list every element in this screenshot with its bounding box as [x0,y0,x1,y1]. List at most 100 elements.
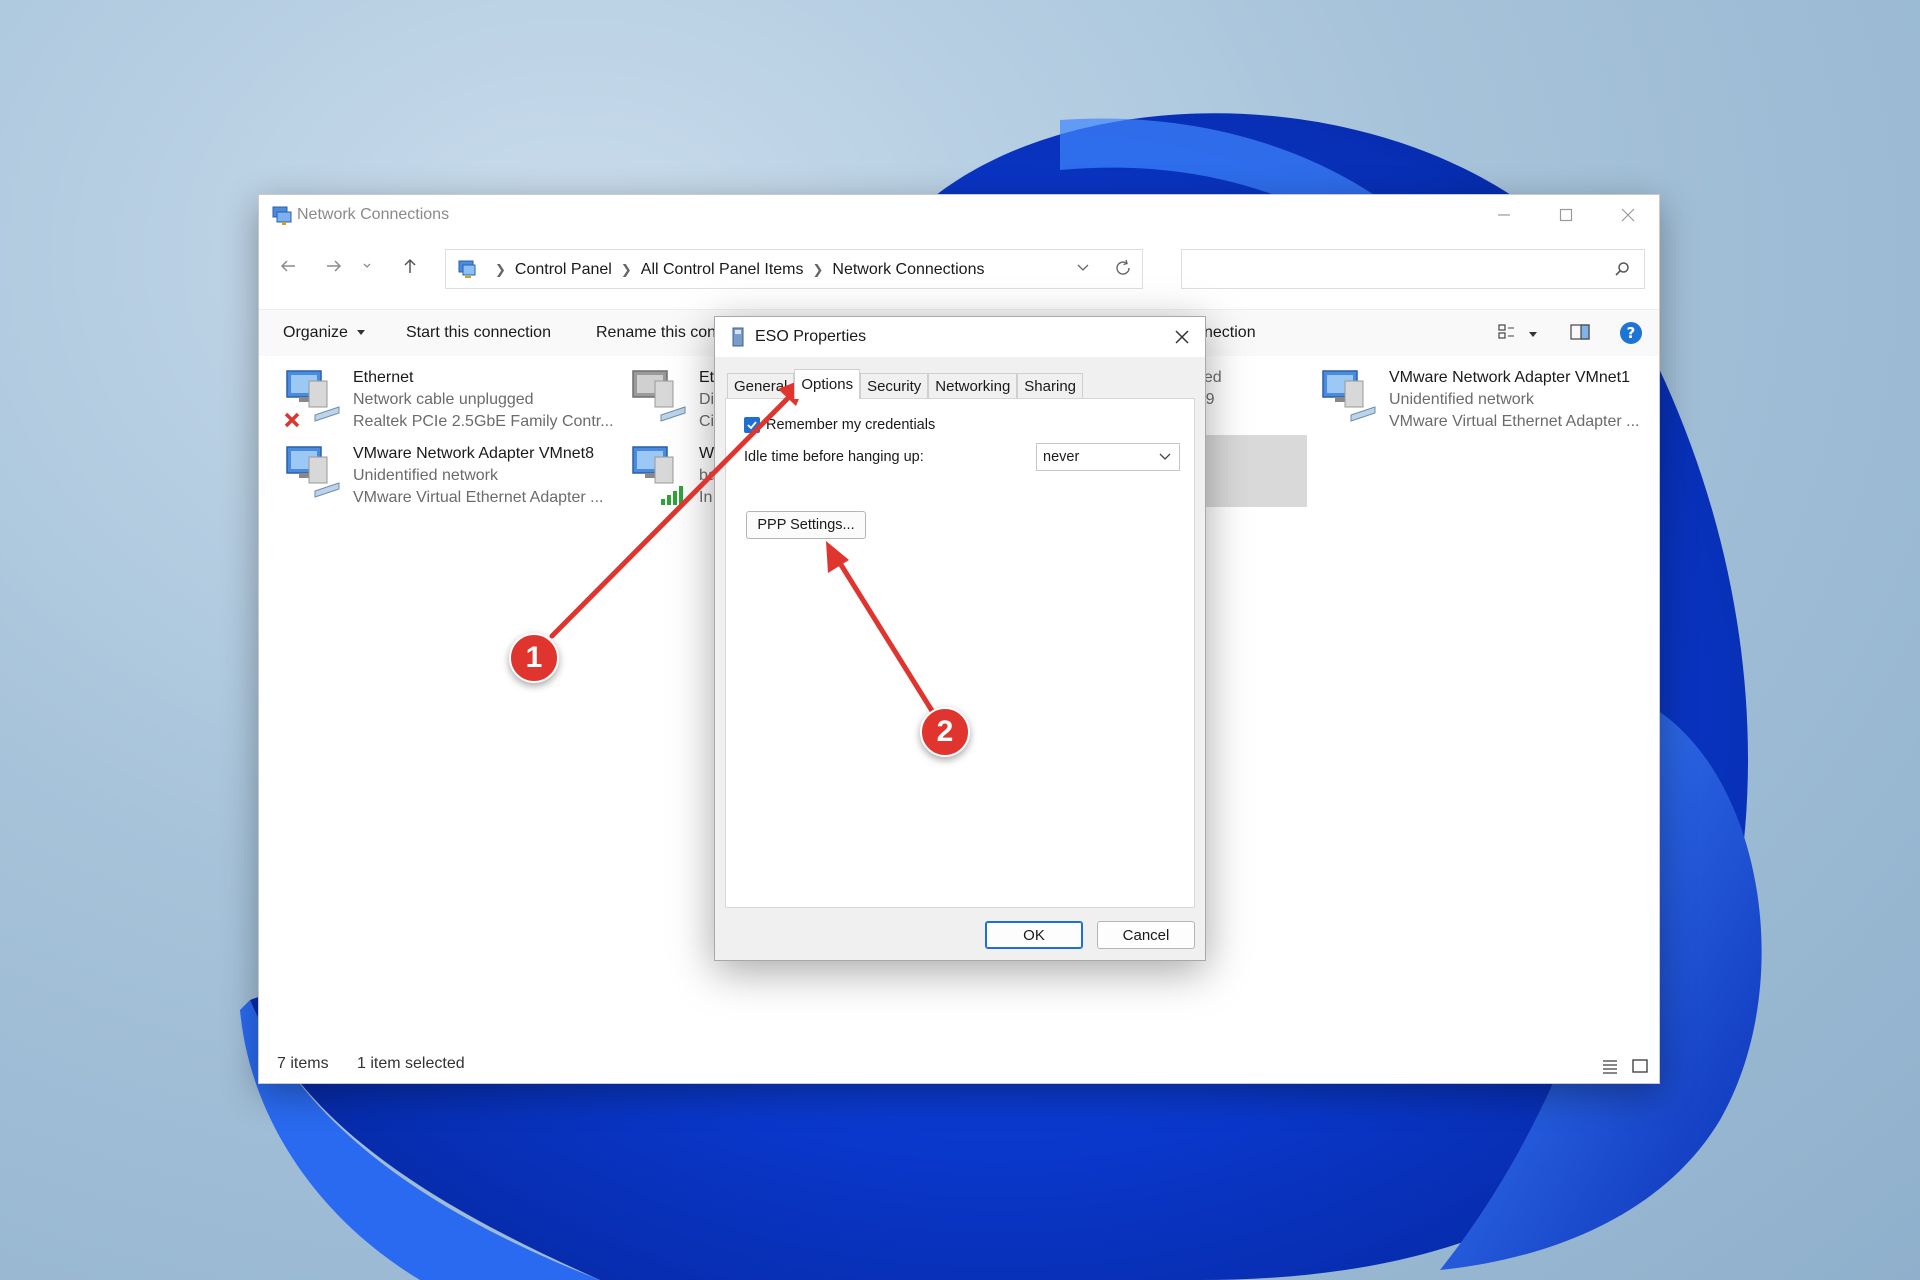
ppp-settings-button[interactable]: PPP Settings... [746,511,866,539]
item-device: Realtek PCIe 2.5GbE Family Contr... [353,413,614,430]
breadcrumb-separator-icon: ❯ [620,262,632,277]
search-box[interactable] [1181,249,1645,289]
caret-down-icon [1529,332,1537,337]
close-icon [1621,208,1635,222]
item-name: Ethernet [353,369,414,386]
caret-down-icon [357,330,366,335]
network-adapter-icon [632,370,686,422]
help-icon: ? [1620,322,1642,344]
refresh-icon[interactable] [1114,259,1132,277]
breadcrumb-all-control-panel-items[interactable]: All Control Panel Items [641,261,804,279]
network-adapter-icon [1322,370,1376,422]
items-count: 7 items [277,1055,329,1072]
breadcrumb-separator-icon: ❯ [812,262,824,277]
tab-security[interactable]: Security [860,373,929,399]
eso-properties-dialog: ESO Properties General Options Security … [714,316,1206,961]
item-status: Unidentified network [353,467,498,484]
dialog-title: ESO Properties [755,328,867,345]
minimize-button[interactable] [1473,195,1535,235]
close-icon [1175,330,1189,344]
svg-text:?: ? [1627,324,1636,342]
control-panel-icon [458,260,476,278]
search-input[interactable] [1190,256,1594,284]
chevron-down-icon [363,263,371,268]
network-adapter-icon [286,446,340,498]
remember-credentials-checkbox[interactable] [744,417,760,433]
recent-locations-button[interactable] [357,251,377,281]
back-button[interactable] [273,251,303,281]
view-options-icon [1498,324,1514,339]
close-window-button[interactable] [1597,195,1659,235]
idle-time-value: never [1043,449,1080,465]
selection-count: 1 item selected [357,1055,465,1072]
preview-pane-icon [1570,324,1590,340]
breadcrumb-control-panel[interactable]: Control Panel [515,261,612,279]
navigation-bar: ❯ Control Panel ❯ All Control Panel Item… [259,237,1659,295]
item-text: VMware Network Adapter VMnet1 Unidentifi… [1389,367,1640,433]
item-text: VMware Network Adapter VMnet8 Unidentifi… [353,443,604,509]
minimize-icon [1498,214,1510,216]
cancel-button[interactable]: Cancel [1097,921,1195,949]
address-bar[interactable]: ❯ Control Panel ❯ All Control Panel Item… [445,249,1143,289]
maximize-button[interactable] [1535,195,1597,235]
item-device: Ci [699,413,715,430]
breadcrumb-network-connections[interactable]: Network Connections [832,261,984,279]
idle-time-select[interactable]: never [1036,443,1180,471]
remember-credentials-label: Remember my credentials [766,417,936,433]
network-connections-app-icon [272,206,292,225]
tab-general[interactable]: General [727,373,795,399]
up-button[interactable] [395,251,425,281]
arrow-up-icon [404,258,416,273]
window-title: Network Connections [297,206,450,223]
item-name: VMware Network Adapter VMnet1 [1389,369,1630,386]
signal-bars-icon [661,486,683,505]
maximize-icon [1559,208,1573,222]
list-item[interactable]: VMware Network Adapter VMnet8 Unidentifi… [281,443,621,513]
options-panel: Remember my credentials Idle time before… [725,398,1195,908]
item-status: Di [699,391,715,408]
dialog-tabs: General Options Security Networking Shar… [727,369,1083,399]
annotation-badge-2: 2 [920,707,970,757]
tab-sharing[interactable]: Sharing [1017,373,1083,399]
help-button[interactable]: ? [1619,321,1643,350]
list-item[interactable]: VMware Network Adapter VMnet1 Unidentifi… [1317,367,1657,437]
item-name: VMware Network Adapter VMnet8 [353,445,594,462]
breadcrumb-separator-icon: ❯ [495,262,506,277]
forward-button[interactable] [319,251,349,281]
item-name: Et [699,369,715,386]
phone-connection-icon [732,327,744,347]
item-text: Et Di Ci [699,367,714,433]
details-view-icon[interactable] [1601,1057,1619,1075]
idle-time-label: Idle time before hanging up: [744,449,924,465]
address-dropdown-icon[interactable] [1076,260,1090,274]
arrow-left-icon [280,260,295,272]
organize-menu[interactable]: Organize [283,324,367,342]
item-status: Network cable unplugged [353,391,534,408]
large-icons-view-icon[interactable] [1631,1057,1649,1075]
ok-button[interactable]: OK [985,921,1083,949]
item-device: VMware Virtual Ethernet Adapter ... [1389,413,1640,430]
rename-connection-button[interactable]: Rename this con [596,324,716,342]
status-bar: 7 items 1 item selected [259,1049,1659,1083]
item-text: Ethernet Network cable unplugged Realtek… [353,367,614,433]
preview-pane-button[interactable] [1569,322,1591,347]
chevron-down-icon [1159,453,1171,460]
tab-networking[interactable]: Networking [928,373,1018,399]
checkmark-icon [747,421,757,430]
annotation-badge-1: 1 [509,633,559,683]
connection-command-partial[interactable]: nection [1204,324,1256,342]
change-view-button[interactable] [1497,322,1517,347]
start-connection-button[interactable]: Start this connection [406,324,551,342]
arrow-right-icon [327,260,342,272]
dialog-close-button[interactable] [1167,322,1197,352]
organize-label: Organize [283,324,348,341]
search-icon[interactable] [1614,261,1630,277]
red-x-icon [284,412,300,428]
title-bar: Network Connections [259,195,1659,235]
list-item[interactable]: Ethernet Network cable unplugged Realtek… [281,367,621,437]
item-status: Unidentified network [1389,391,1534,408]
dialog-title-bar: ESO Properties [715,317,1205,357]
view-menu-dropdown[interactable] [1527,326,1539,344]
breadcrumb: ❯ Control Panel ❯ All Control Panel Item… [486,261,984,279]
tab-options[interactable]: Options [794,369,861,399]
